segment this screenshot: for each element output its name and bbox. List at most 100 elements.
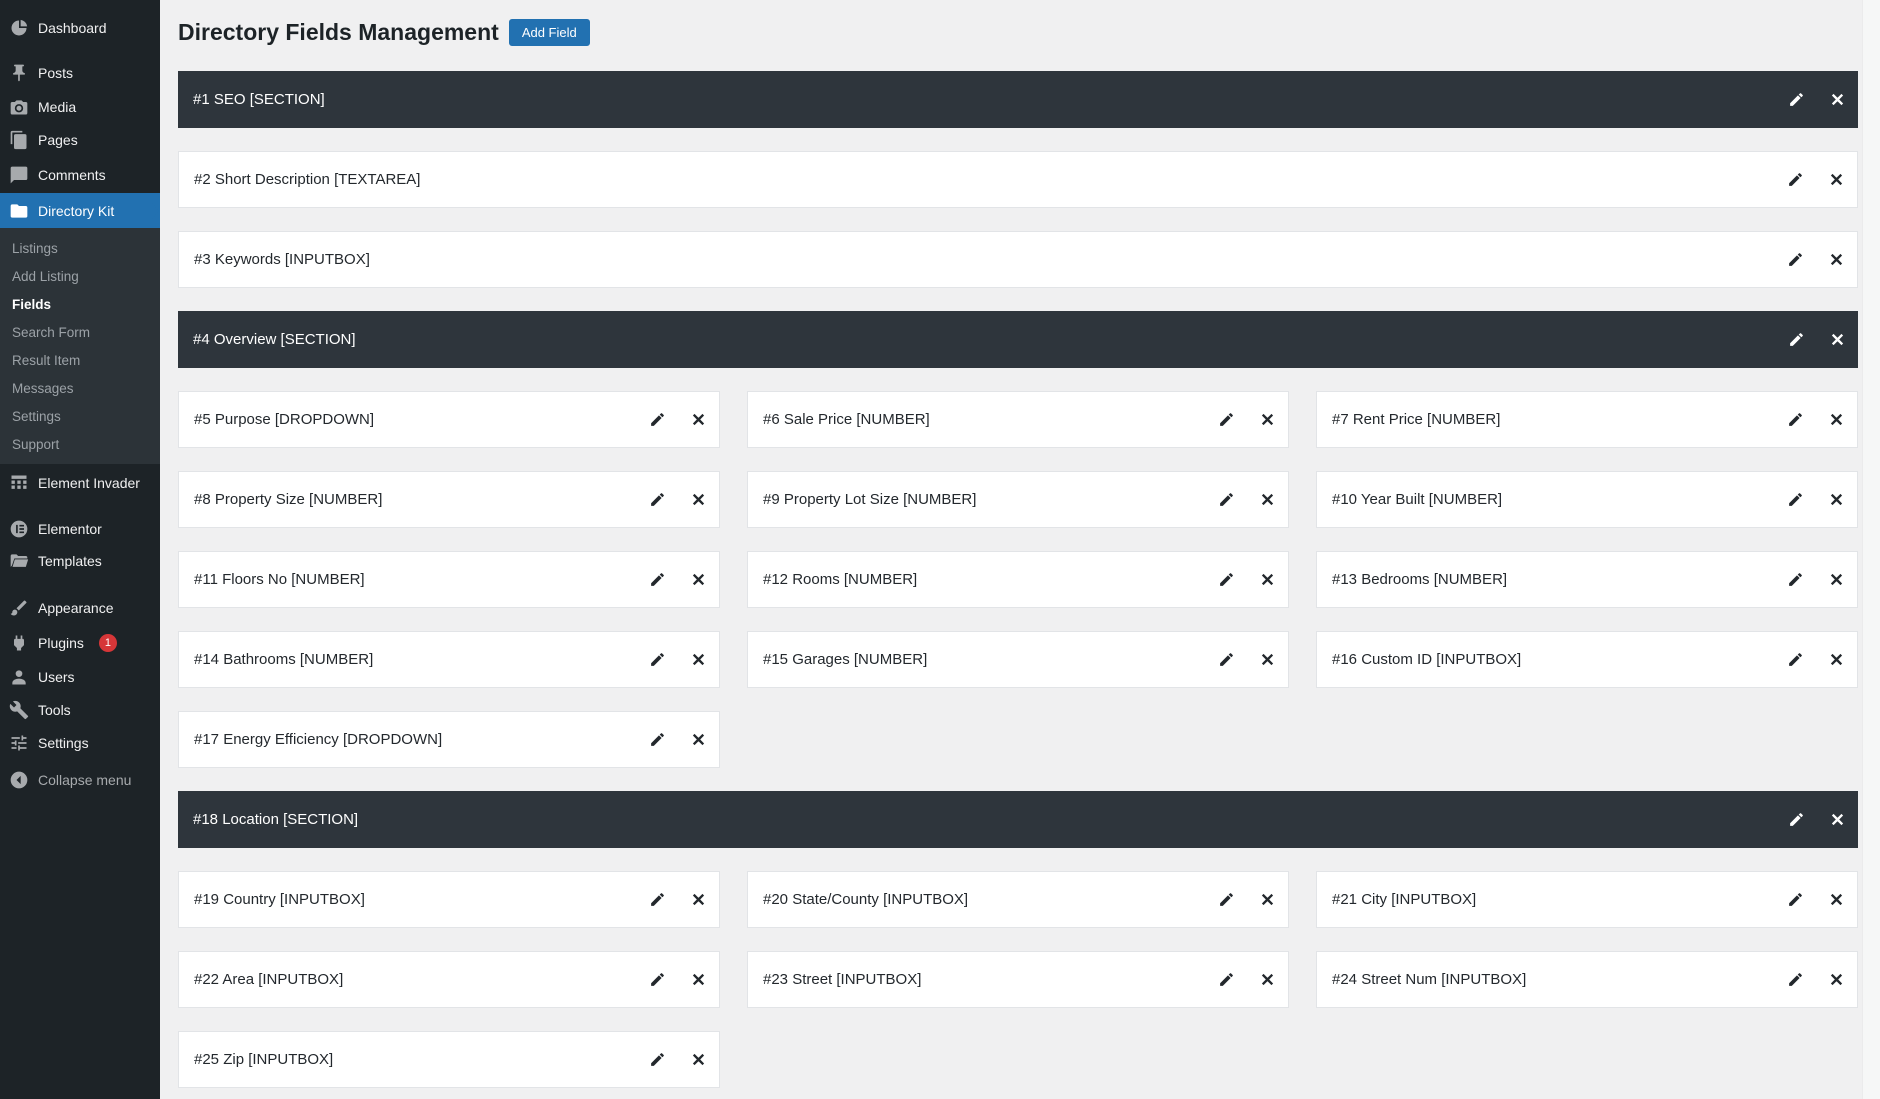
delete-field-button[interactable]	[1825, 489, 1847, 511]
submenu-item-result-item[interactable]: Result Item	[0, 347, 160, 375]
delete-field-button[interactable]	[1825, 969, 1847, 991]
sidebar-item-collapse-menu[interactable]: Collapse menu	[0, 763, 160, 797]
sidebar-item-comments[interactable]: Comments	[0, 158, 160, 192]
edit-field-button[interactable]	[1215, 489, 1237, 511]
edit-field-button[interactable]	[1785, 329, 1807, 351]
delete-field-button[interactable]	[687, 409, 709, 431]
delete-field-button[interactable]	[1826, 809, 1848, 831]
field-row[interactable]: #20 State/County [INPUTBOX]	[747, 871, 1289, 928]
field-row[interactable]: #16 Custom ID [INPUTBOX]	[1316, 631, 1858, 688]
sidebar-item-users[interactable]: Users	[0, 660, 160, 694]
edit-field-button[interactable]	[1784, 649, 1806, 671]
field-row-section[interactable]: #18 Location [SECTION]	[178, 791, 1858, 848]
field-row[interactable]: #12 Rooms [NUMBER]	[747, 551, 1289, 608]
edit-field-button[interactable]	[1784, 889, 1806, 911]
delete-field-button[interactable]	[687, 889, 709, 911]
edit-field-button[interactable]	[1784, 249, 1806, 271]
field-row[interactable]: #3 Keywords [INPUTBOX]	[178, 231, 1858, 288]
add-field-button[interactable]: Add Field	[509, 19, 590, 46]
field-row[interactable]: #2 Short Description [TEXTAREA]	[178, 151, 1858, 208]
sidebar-item-plugins[interactable]: Plugins1	[0, 626, 160, 660]
field-row[interactable]: #11 Floors No [NUMBER]	[178, 551, 720, 608]
field-row[interactable]: #10 Year Built [NUMBER]	[1316, 471, 1858, 528]
delete-field-button[interactable]	[687, 1049, 709, 1071]
field-row[interactable]: #7 Rent Price [NUMBER]	[1316, 391, 1858, 448]
edit-field-button[interactable]	[646, 969, 668, 991]
delete-field-button[interactable]	[1825, 649, 1847, 671]
sidebar-item-pages[interactable]: Pages	[0, 123, 160, 157]
delete-field-button[interactable]	[687, 969, 709, 991]
delete-field-button[interactable]	[1256, 489, 1278, 511]
delete-field-button[interactable]	[1826, 329, 1848, 351]
field-row[interactable]: #25 Zip [INPUTBOX]	[178, 1031, 720, 1088]
sidebar-item-templates[interactable]: Templates	[0, 544, 160, 578]
edit-field-button[interactable]	[646, 1049, 668, 1071]
edit-field-button[interactable]	[1784, 969, 1806, 991]
edit-field-button[interactable]	[1215, 409, 1237, 431]
delete-field-button[interactable]	[687, 729, 709, 751]
edit-field-button[interactable]	[646, 889, 668, 911]
edit-field-button[interactable]	[1784, 169, 1806, 191]
field-row[interactable]: #6 Sale Price [NUMBER]	[747, 391, 1289, 448]
field-row[interactable]: #24 Street Num [INPUTBOX]	[1316, 951, 1858, 1008]
edit-field-button[interactable]	[1215, 569, 1237, 591]
submenu-item-fields[interactable]: Fields	[0, 291, 160, 319]
edit-field-button[interactable]	[646, 409, 668, 431]
sidebar-item-dashboard[interactable]: Dashboard	[0, 11, 160, 45]
field-row[interactable]: #23 Street [INPUTBOX]	[747, 951, 1289, 1008]
delete-field-button[interactable]	[1256, 889, 1278, 911]
field-row[interactable]: #8 Property Size [NUMBER]	[178, 471, 720, 528]
edit-field-button[interactable]	[646, 649, 668, 671]
sidebar-item-posts[interactable]: Posts	[0, 56, 160, 90]
edit-field-button[interactable]	[1784, 409, 1806, 431]
edit-field-button[interactable]	[1784, 489, 1806, 511]
field-row[interactable]: #5 Purpose [DROPDOWN]	[178, 391, 720, 448]
delete-field-button[interactable]	[1256, 969, 1278, 991]
delete-field-button[interactable]	[1826, 89, 1848, 111]
edit-field-button[interactable]	[1784, 569, 1806, 591]
sidebar-item-settings[interactable]: Settings	[0, 726, 160, 760]
delete-field-button[interactable]	[1256, 649, 1278, 671]
delete-field-button[interactable]	[687, 569, 709, 591]
edit-field-button[interactable]	[1215, 649, 1237, 671]
sidebar-item-appearance[interactable]: Appearance	[0, 591, 160, 625]
edit-field-button[interactable]	[1785, 89, 1807, 111]
delete-field-button[interactable]	[1825, 409, 1847, 431]
delete-field-button[interactable]	[1256, 409, 1278, 431]
field-row[interactable]: #22 Area [INPUTBOX]	[178, 951, 720, 1008]
sidebar-item-tools[interactable]: Tools	[0, 693, 160, 727]
submenu-item-settings[interactable]: Settings	[0, 403, 160, 431]
field-row[interactable]: #9 Property Lot Size [NUMBER]	[747, 471, 1289, 528]
edit-field-button[interactable]	[1785, 809, 1807, 831]
delete-field-button[interactable]	[1256, 569, 1278, 591]
field-row[interactable]: #21 City [INPUTBOX]	[1316, 871, 1858, 928]
delete-field-button[interactable]	[1825, 169, 1847, 191]
sidebar-item-elementor[interactable]: Elementor	[0, 512, 160, 546]
delete-field-button[interactable]	[1825, 249, 1847, 271]
sidebar-item-element-invader[interactable]: Element Invader	[0, 466, 160, 500]
submenu-item-search-form[interactable]: Search Form	[0, 319, 160, 347]
sidebar-item-directory-kit[interactable]: Directory Kit	[0, 193, 160, 228]
field-row[interactable]: #13 Bedrooms [NUMBER]	[1316, 551, 1858, 608]
field-row[interactable]: #19 Country [INPUTBOX]	[178, 871, 720, 928]
delete-field-button[interactable]	[1825, 889, 1847, 911]
sidebar-item-media[interactable]: Media	[0, 90, 160, 124]
delete-field-button[interactable]	[687, 649, 709, 671]
field-row[interactable]: #15 Garages [NUMBER]	[747, 631, 1289, 688]
edit-field-button[interactable]	[646, 489, 668, 511]
field-row[interactable]: #14 Bathrooms [NUMBER]	[178, 631, 720, 688]
edit-field-button[interactable]	[646, 569, 668, 591]
delete-field-button[interactable]	[687, 489, 709, 511]
vertical-scrollbar[interactable]	[1862, 0, 1880, 1099]
submenu-item-support[interactable]: Support	[0, 431, 160, 459]
submenu-item-messages[interactable]: Messages	[0, 375, 160, 403]
edit-field-button[interactable]	[646, 729, 668, 751]
submenu-item-add-listing[interactable]: Add Listing	[0, 263, 160, 291]
field-row-section[interactable]: #4 Overview [SECTION]	[178, 311, 1858, 368]
field-row-section[interactable]: #1 SEO [SECTION]	[178, 71, 1858, 128]
edit-field-button[interactable]	[1215, 889, 1237, 911]
field-row[interactable]: #17 Energy Efficiency [DROPDOWN]	[178, 711, 720, 768]
delete-field-button[interactable]	[1825, 569, 1847, 591]
submenu-item-listings[interactable]: Listings	[0, 235, 160, 263]
edit-field-button[interactable]	[1215, 969, 1237, 991]
